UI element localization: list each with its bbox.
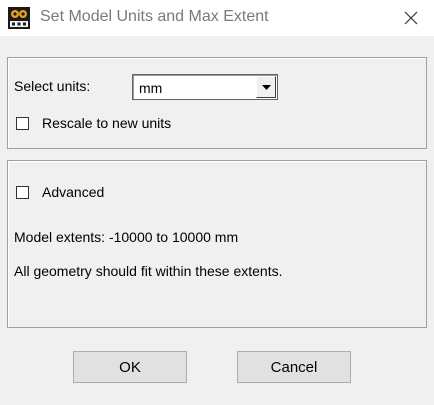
geometry-note-text: All geometry should fit within these ext… (14, 263, 283, 279)
window-title: Set Model Units and Max Extent (40, 8, 269, 25)
dropdown-arrow-button[interactable] (256, 76, 276, 98)
cancel-button[interactable]: Cancel (237, 351, 351, 383)
rescale-checkbox[interactable] (16, 117, 29, 130)
ok-button-label: OK (119, 358, 141, 376)
cancel-button-label: Cancel (270, 358, 318, 376)
edt-logo-icon (8, 7, 30, 29)
units-group (7, 57, 427, 149)
units-dropdown-value: mm (139, 80, 163, 96)
chevron-down-icon (261, 84, 271, 90)
rescale-label: Rescale to new units (42, 115, 172, 131)
close-button[interactable] (388, 0, 434, 36)
units-dropdown[interactable]: mm (132, 74, 278, 100)
model-extents-text: Model extents: -10000 to 10000 mm (14, 229, 239, 245)
close-icon (404, 11, 418, 25)
select-units-label: Select units: (14, 78, 91, 94)
ok-button[interactable]: OK (73, 351, 187, 383)
advanced-checkbox[interactable] (16, 186, 29, 199)
advanced-label: Advanced (42, 184, 105, 200)
dialog-window: Set Model Units and Max Extent Select un… (0, 0, 434, 405)
title-bar[interactable]: Set Model Units and Max Extent (0, 0, 434, 36)
